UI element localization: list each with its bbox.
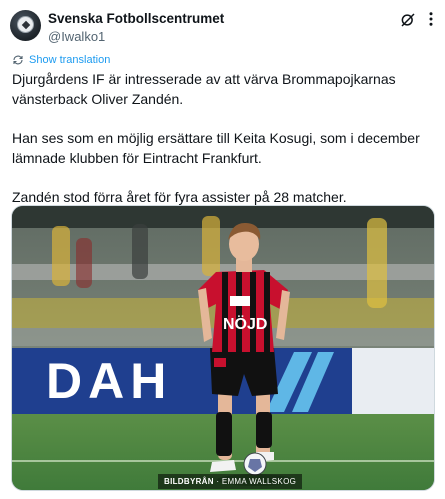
show-translation-label[interactable]: Show translation: [29, 54, 110, 66]
author-display-name[interactable]: Svenska Fotbollscentrumet: [48, 11, 224, 26]
tweet-line: Zandén stod förra året för fyra assister…: [12, 189, 347, 205]
watermark-brand: BILDBYRÅN: [164, 477, 214, 486]
tweet-line: Djurgårdens IF är intresserade av att vä…: [12, 71, 396, 87]
translate-icon: [13, 55, 23, 65]
football-player-photo: DAH NÖJD: [12, 206, 434, 490]
tweet-photo[interactable]: DAH NÖJD BILDBYRÅN · EMMA WALLSKOG: [11, 205, 435, 491]
tweet-text: Djurgårdens IF är intresserade av att vä…: [12, 69, 437, 207]
tweet-line: Han ses som en möjlig ersättare till Kei…: [12, 130, 420, 146]
watermark-credit: EMMA WALLSKOG: [221, 477, 297, 486]
more-options-icon[interactable]: [422, 10, 440, 28]
shirt-sponsor: NÖJD: [223, 314, 267, 333]
tweet-card: Svenska Fotbollscentrumet @Iwalko1 Show …: [0, 0, 445, 499]
tweet-line: lämnade klubben för Eintracht Frankfurt.: [12, 150, 262, 166]
tweet-line: vänsterback Oliver Zandén.: [12, 91, 184, 107]
author-avatar[interactable]: [10, 10, 41, 41]
football-avatar-icon: [17, 16, 34, 33]
ad-board-text: DAH: [46, 353, 172, 409]
grok-icon[interactable]: [399, 11, 417, 29]
photo-credit-watermark: BILDBYRÅN · EMMA WALLSKOG: [158, 474, 303, 489]
show-translation-link[interactable]: Show translation: [12, 54, 110, 66]
author-handle[interactable]: @Iwalko1: [48, 29, 105, 44]
